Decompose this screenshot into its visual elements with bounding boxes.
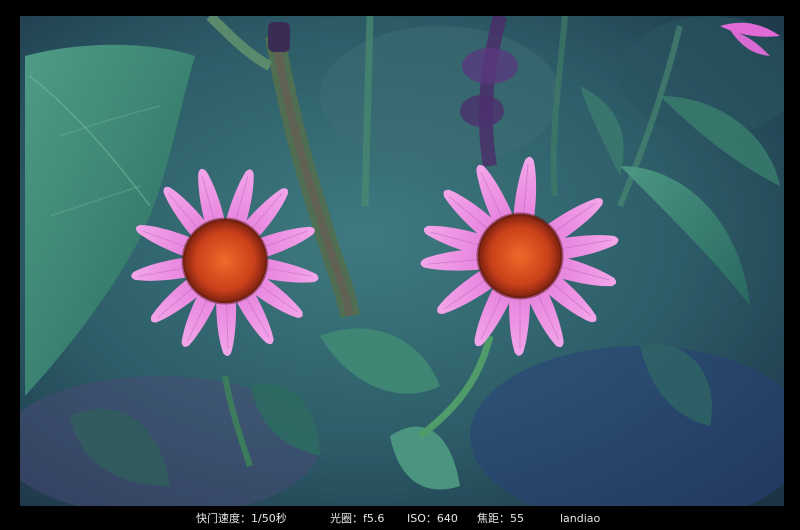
exif-caption: 快门速度：1/50秒 光圈：f5.6 ISO：640 焦距：55 landiao [0,508,800,530]
flower-photo [20,16,784,506]
focal-length: 焦距：55 [477,512,524,525]
shutter-speed: 快门速度：1/50秒 [196,512,287,525]
aperture: 光圈：f5.6 [330,512,385,525]
iso: ISO：640 [407,512,458,525]
photo-frame: 快门速度：1/50秒 光圈：f5.6 ISO：640 焦距：55 landiao [0,0,800,530]
author-name: landiao [560,512,601,525]
